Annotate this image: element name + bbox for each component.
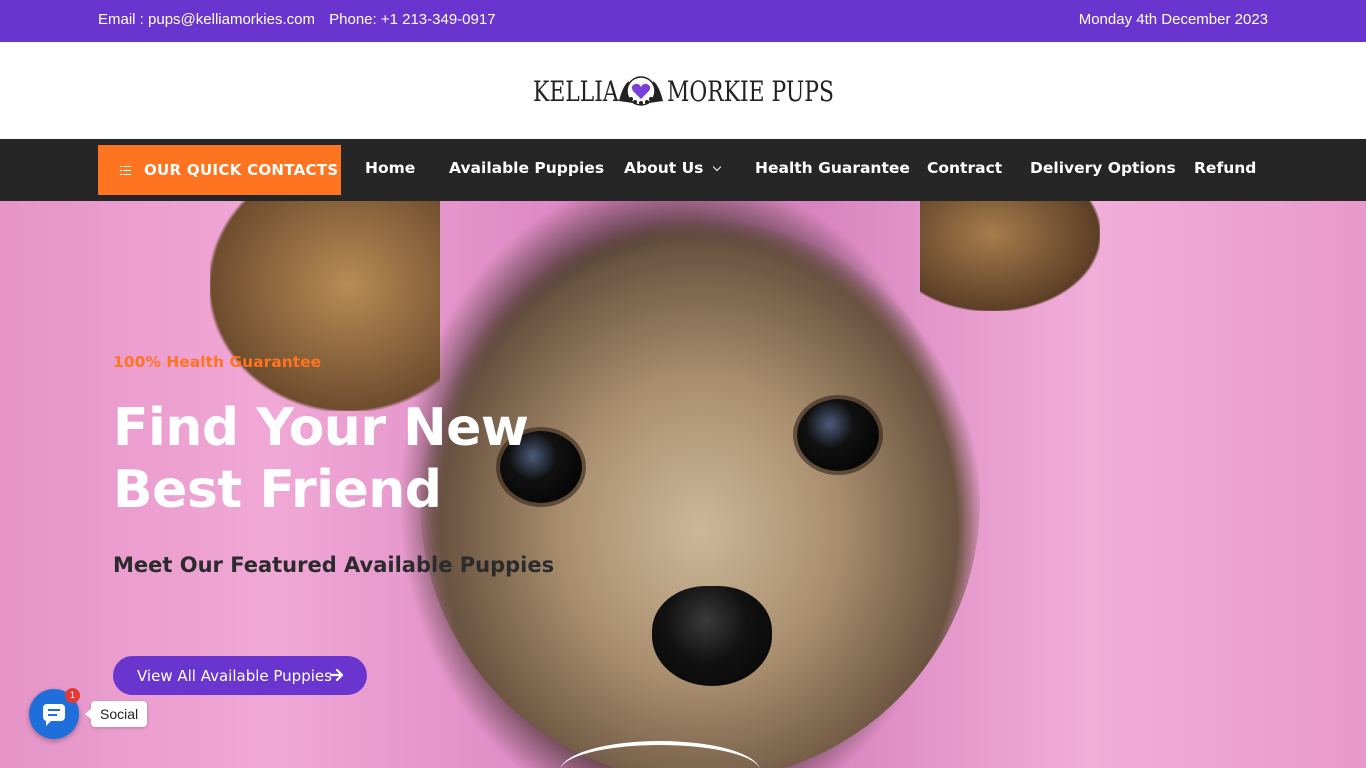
nav-item-health-guarantee[interactable]: Health Guarantee bbox=[755, 159, 910, 177]
quick-contacts-button[interactable]: OUR QUICK CONTACTS bbox=[98, 145, 341, 195]
view-all-puppies-label: View All Available Puppies bbox=[137, 666, 332, 685]
arrow-right-icon bbox=[330, 668, 344, 682]
hero-banner: 100% Health Guarantee Find Your New Best… bbox=[0, 201, 1366, 768]
puppy-ear-right bbox=[920, 201, 1100, 311]
list-icon bbox=[120, 164, 134, 176]
nav-item-available-puppies[interactable]: Available Puppies bbox=[449, 159, 604, 177]
chevron-down-icon bbox=[713, 162, 722, 172]
logo-text-part1: KELLIA bbox=[533, 74, 619, 108]
hero-tagline: 100% Health Guarantee bbox=[113, 353, 322, 371]
puppy-ear-left bbox=[210, 201, 440, 411]
quick-contacts-label: OUR QUICK CONTACTS bbox=[144, 161, 339, 179]
contact-info: Email : pups@kelliamorkies.com Phone: +1… bbox=[98, 11, 506, 28]
view-all-puppies-button[interactable]: View All Available Puppies bbox=[113, 656, 367, 695]
hero-subheading: Meet Our Featured Available Puppies bbox=[113, 553, 555, 577]
notification-badge: 1 bbox=[65, 688, 80, 703]
chat-bubble-icon bbox=[43, 704, 65, 726]
current-date: Monday 4th December 2023 bbox=[1078, 11, 1268, 28]
nav-item-about-us[interactable]: About Us bbox=[624, 159, 722, 177]
puppy-eye-right bbox=[797, 399, 879, 471]
nav-item-home[interactable]: Home bbox=[365, 159, 415, 177]
nav-item-delivery-options[interactable]: Delivery Options bbox=[1030, 159, 1176, 177]
nav-item-about-us-label: About Us bbox=[624, 159, 704, 177]
site-logo[interactable]: KELLIA MORKIE PUPS bbox=[533, 73, 837, 109]
top-info-bar: Email : pups@kelliamorkies.com Phone: +1… bbox=[0, 0, 1366, 42]
phone-link[interactable]: Phone: +1 213-349-0917 bbox=[329, 11, 495, 28]
puppy-nose bbox=[652, 586, 772, 686]
email-link[interactable]: Email : pups@kelliamorkies.com bbox=[98, 11, 315, 28]
logo-text-part2: MORKIE PUPS bbox=[667, 74, 834, 108]
nav-item-contract[interactable]: Contract bbox=[927, 159, 1002, 177]
header-logo-area: KELLIA MORKIE PUPS bbox=[0, 42, 1366, 139]
hero-headline-line1: Find Your New bbox=[113, 398, 529, 458]
main-navigation: OUR QUICK CONTACTS Home Available Puppie… bbox=[0, 139, 1366, 201]
hero-headline-line2: Best Friend bbox=[113, 460, 442, 520]
paw-heart-emblem-icon bbox=[617, 73, 665, 109]
nav-item-refund[interactable]: Refund bbox=[1194, 159, 1256, 177]
hero-headline: Find Your New Best Friend bbox=[113, 397, 529, 521]
social-label[interactable]: Social bbox=[84, 701, 148, 727]
